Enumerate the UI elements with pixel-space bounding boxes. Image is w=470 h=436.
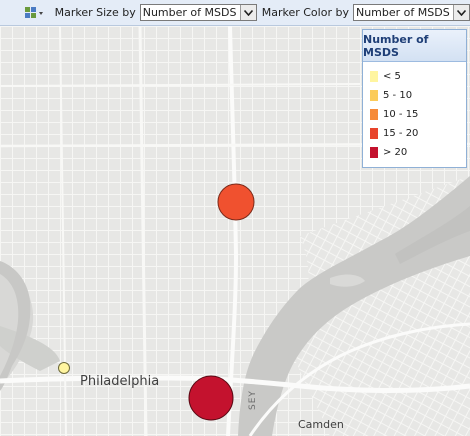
marker-size-value: Number of MSDS [142,6,237,19]
marker-color-select[interactable]: Number of MSDS [352,4,470,21]
chevron-down-icon[interactable] [452,5,469,20]
map-marker-west[interactable] [58,362,70,374]
layout-button[interactable] [24,4,47,22]
legend-item-label: 10 - 15 [383,109,419,120]
legend-item-label: 5 - 10 [383,90,413,101]
legend-swatch [370,90,378,101]
grid-layout-icon [25,6,43,18]
marker-color-value: Number of MSDS [355,6,450,19]
marker-size-select[interactable]: Number of MSDS [139,4,257,21]
marker-color-label: Marker Color by [261,6,349,19]
legend-item-label: < 5 [383,71,401,82]
legend-item: 5 - 10 [363,86,466,105]
chevron-down-icon[interactable] [239,5,256,20]
legend-title: Number of MSDS [363,30,466,62]
legend-item: < 5 [363,67,466,86]
legend-item: 10 - 15 [363,105,466,124]
marker-size-label: Marker Size by [54,6,136,19]
legend-swatch [370,147,378,158]
legend-item: 15 - 20 [363,124,466,143]
legend-item-label: 15 - 20 [383,128,419,139]
legend-item: > 20 [363,143,466,162]
legend-swatch [370,109,378,120]
legend-panel: Number of MSDS < 5 5 - 10 10 - 15 15 - 2… [362,29,467,168]
map-marker-south[interactable] [188,375,234,421]
legend-item-label: > 20 [383,147,408,158]
legend-swatch [370,128,378,139]
map-marker-north[interactable] [217,183,255,221]
legend-swatch [370,71,378,82]
toolbar: Marker Size by Number of MSDS Marker Col… [0,0,470,26]
